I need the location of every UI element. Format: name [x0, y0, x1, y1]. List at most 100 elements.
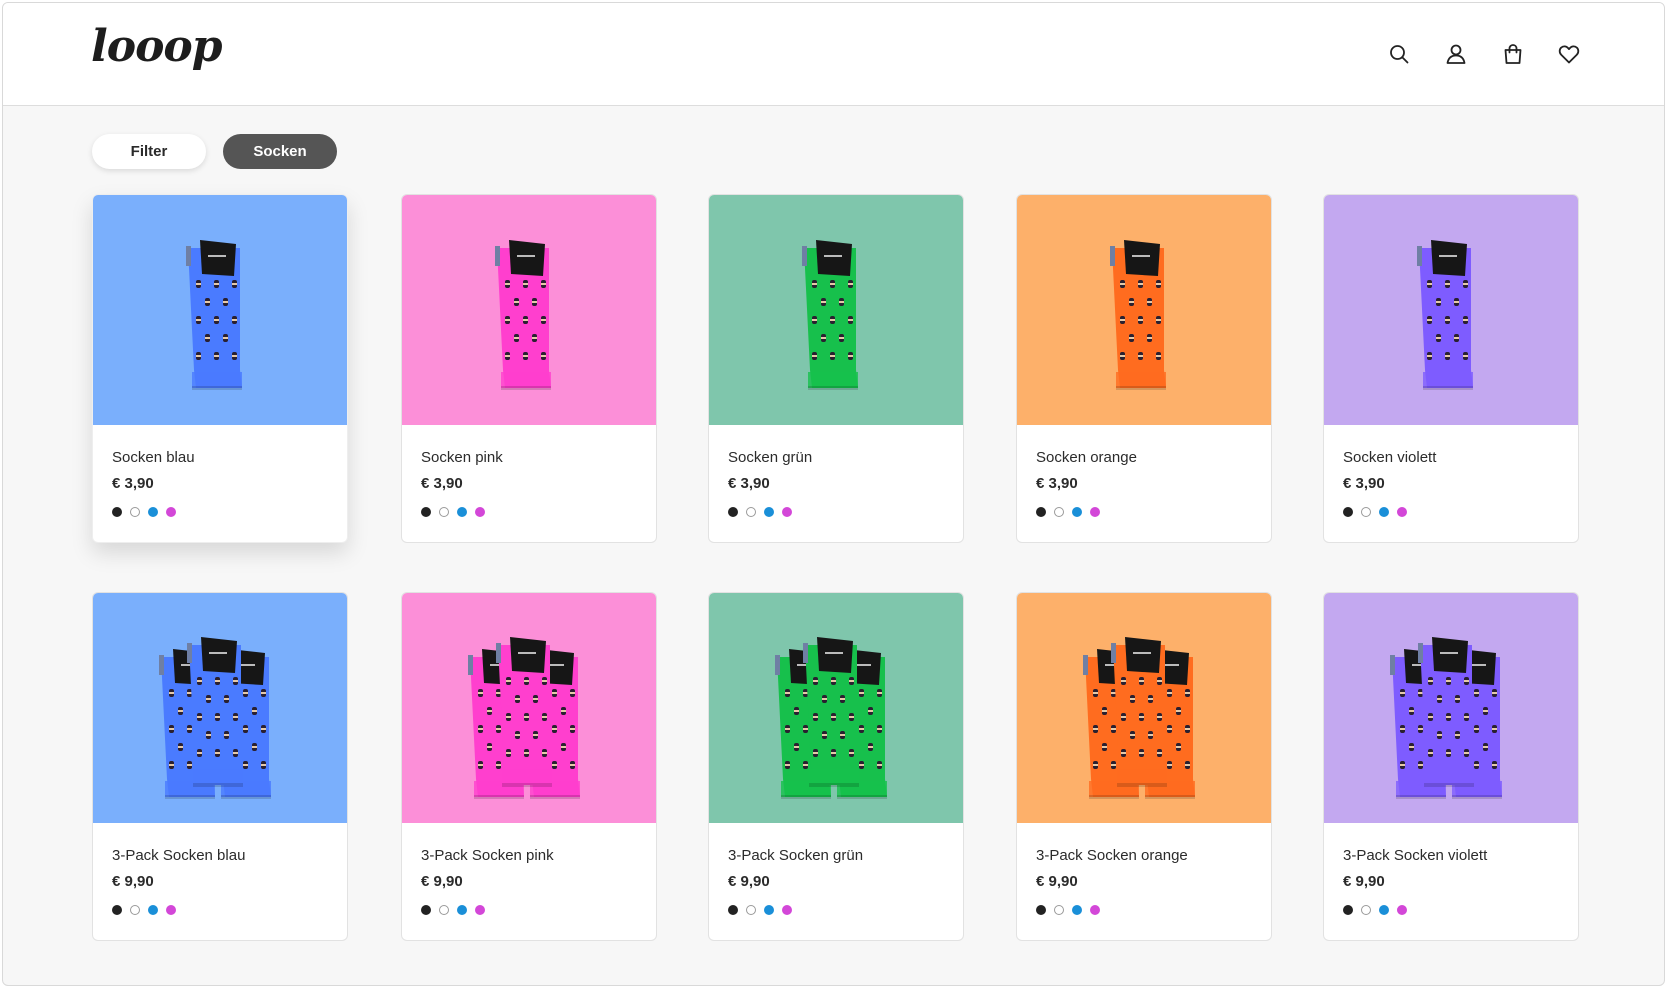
category-chip-socken[interactable]: Socken	[223, 134, 337, 169]
product-name[interactable]: 3-Pack Socken blau	[112, 847, 245, 864]
logo[interactable]: looop	[91, 21, 223, 72]
color-swatch[interactable]	[1361, 905, 1371, 915]
product-card[interactable]: 3-Pack Socken orange € 9,90	[1016, 592, 1272, 941]
color-swatch[interactable]	[1054, 507, 1064, 517]
product-card[interactable]: 3-Pack Socken blau € 9,90	[92, 592, 348, 941]
product-image[interactable]	[709, 593, 963, 823]
sock-illustration	[802, 240, 858, 390]
color-swatch[interactable]	[457, 905, 467, 915]
sock-illustration	[186, 240, 242, 390]
product-price: € 9,90	[1036, 873, 1078, 890]
color-swatch[interactable]	[1036, 507, 1046, 517]
color-swatch[interactable]	[1054, 905, 1064, 915]
product-image[interactable]	[402, 195, 656, 425]
color-swatches	[421, 905, 485, 915]
color-swatch[interactable]	[746, 905, 756, 915]
color-swatch[interactable]	[148, 507, 158, 517]
color-swatch[interactable]	[112, 507, 122, 517]
product-name[interactable]: Socken pink	[421, 449, 503, 466]
color-swatches	[728, 507, 792, 517]
product-card[interactable]: Socken orange € 3,90	[1016, 194, 1272, 543]
color-swatch[interactable]	[1397, 507, 1407, 517]
color-swatch[interactable]	[728, 507, 738, 517]
product-card[interactable]: Socken blau € 3,90	[92, 194, 348, 543]
color-swatch[interactable]	[166, 507, 176, 517]
color-swatch[interactable]	[782, 507, 792, 517]
color-swatch[interactable]	[728, 905, 738, 915]
sock-illustration	[1417, 240, 1473, 390]
product-card[interactable]: 3-Pack Socken grün € 9,90	[708, 592, 964, 941]
product-image[interactable]	[709, 195, 963, 425]
product-name[interactable]: Socken blau	[112, 449, 195, 466]
product-price: € 3,90	[1036, 475, 1078, 492]
color-swatches	[1036, 507, 1100, 517]
color-swatch[interactable]	[1036, 905, 1046, 915]
color-swatch[interactable]	[1379, 507, 1389, 517]
product-image[interactable]	[1017, 195, 1271, 425]
color-swatch[interactable]	[130, 507, 140, 517]
color-swatch[interactable]	[1361, 507, 1371, 517]
color-swatch[interactable]	[1343, 507, 1353, 517]
product-image[interactable]	[1324, 593, 1578, 823]
product-card[interactable]: 3-Pack Socken violett € 9,90	[1323, 592, 1579, 941]
color-swatch[interactable]	[1343, 905, 1353, 915]
sock-illustration	[159, 637, 271, 799]
product-card[interactable]: Socken violett € 3,90	[1323, 194, 1579, 543]
product-price: € 9,90	[112, 873, 154, 890]
site-header: looop	[3, 3, 1664, 106]
sock-illustration	[495, 240, 551, 390]
color-swatches	[1036, 905, 1100, 915]
color-swatches	[1343, 507, 1407, 517]
filter-button[interactable]: Filter	[92, 134, 206, 169]
user-icon[interactable]	[1443, 41, 1469, 67]
color-swatch[interactable]	[782, 905, 792, 915]
product-name[interactable]: 3-Pack Socken pink	[421, 847, 554, 864]
product-card[interactable]: 3-Pack Socken pink € 9,90	[401, 592, 657, 941]
product-image[interactable]	[402, 593, 656, 823]
color-swatch[interactable]	[1072, 507, 1082, 517]
color-swatch[interactable]	[475, 507, 485, 517]
color-swatch[interactable]	[439, 905, 449, 915]
bag-icon[interactable]	[1500, 41, 1526, 67]
product-image[interactable]	[1017, 593, 1271, 823]
product-price: € 3,90	[1343, 475, 1385, 492]
product-name[interactable]: Socken violett	[1343, 449, 1436, 466]
color-swatch[interactable]	[112, 905, 122, 915]
color-swatch[interactable]	[1379, 905, 1389, 915]
color-swatch[interactable]	[475, 905, 485, 915]
product-price: € 3,90	[421, 475, 463, 492]
sock-illustration	[1110, 240, 1166, 390]
product-image[interactable]	[1324, 195, 1578, 425]
color-swatch[interactable]	[1072, 905, 1082, 915]
color-swatch[interactable]	[166, 905, 176, 915]
color-swatches	[112, 905, 176, 915]
heart-icon[interactable]	[1556, 41, 1582, 67]
product-image[interactable]	[93, 593, 347, 823]
product-image[interactable]	[93, 195, 347, 425]
color-swatch[interactable]	[1090, 905, 1100, 915]
product-name[interactable]: 3-Pack Socken orange	[1036, 847, 1188, 864]
color-swatch[interactable]	[1090, 507, 1100, 517]
search-icon[interactable]	[1386, 41, 1412, 67]
product-card[interactable]: Socken pink € 3,90	[401, 194, 657, 543]
color-swatch[interactable]	[421, 905, 431, 915]
color-swatch[interactable]	[148, 905, 158, 915]
color-swatch[interactable]	[457, 507, 467, 517]
sock-illustration	[1083, 637, 1195, 799]
product-name[interactable]: Socken grün	[728, 449, 812, 466]
product-price: € 3,90	[112, 475, 154, 492]
color-swatch[interactable]	[439, 507, 449, 517]
product-card[interactable]: Socken grün € 3,90	[708, 194, 964, 543]
product-name[interactable]: 3-Pack Socken violett	[1343, 847, 1487, 864]
color-swatch[interactable]	[421, 507, 431, 517]
color-swatch[interactable]	[764, 905, 774, 915]
color-swatch[interactable]	[130, 905, 140, 915]
product-price: € 9,90	[421, 873, 463, 890]
color-swatches	[112, 507, 176, 517]
sock-illustration	[1390, 637, 1502, 799]
product-name[interactable]: 3-Pack Socken grün	[728, 847, 863, 864]
product-name[interactable]: Socken orange	[1036, 449, 1137, 466]
color-swatch[interactable]	[764, 507, 774, 517]
color-swatch[interactable]	[1397, 905, 1407, 915]
color-swatch[interactable]	[746, 507, 756, 517]
